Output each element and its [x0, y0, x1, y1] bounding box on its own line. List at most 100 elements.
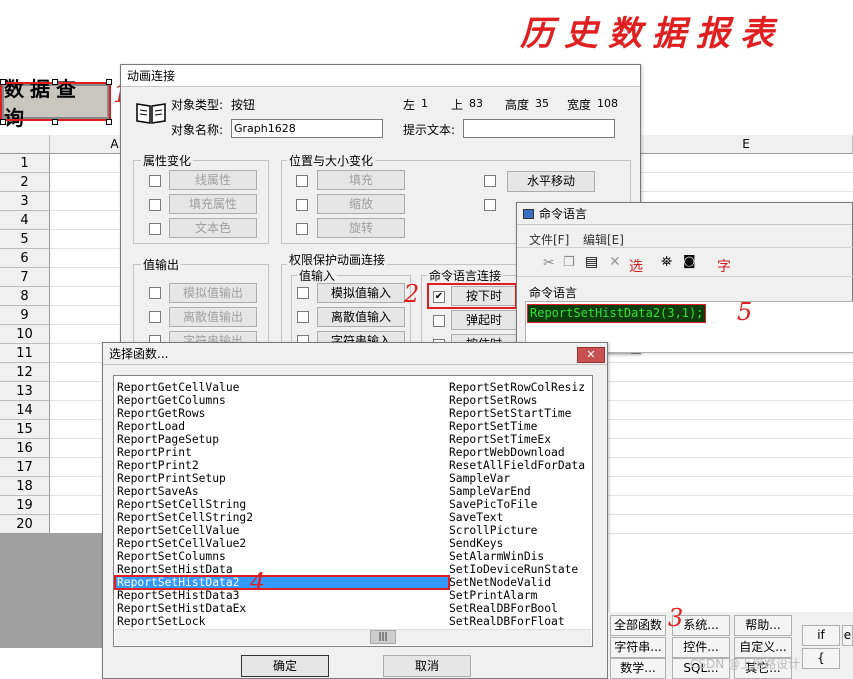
function-item[interactable]: ReportWebDownload: [449, 446, 591, 459]
cancel-button[interactable]: 取消: [383, 655, 471, 677]
on-release-button[interactable]: 弹起时: [451, 310, 517, 330]
row-header[interactable]: 17: [0, 458, 50, 477]
row-header[interactable]: 7: [0, 268, 50, 287]
rotate-button[interactable]: 旋转: [317, 218, 405, 238]
function-item[interactable]: ScrollPicture: [449, 524, 591, 537]
function-item[interactable]: ReportSaveAs: [117, 485, 449, 498]
function-item[interactable]: SendKeys: [449, 537, 591, 550]
function-item[interactable]: ReportGetColumns: [117, 394, 449, 407]
function-item[interactable]: ResetAllFieldForData: [449, 459, 591, 472]
function-item[interactable]: ReportSetHistDataEx: [117, 602, 449, 615]
delete-icon[interactable]: ✕: [609, 254, 621, 270]
scale-button[interactable]: 缩放: [317, 194, 405, 214]
vmove-checkbox[interactable]: [484, 199, 496, 211]
function-item[interactable]: ReportGetRows: [117, 407, 449, 420]
row-header[interactable]: 6: [0, 249, 50, 268]
function-item[interactable]: SetPrintAlarm: [449, 589, 591, 602]
code-line[interactable]: ReportSetHistData2(3,1);: [527, 304, 707, 323]
function-item[interactable]: ReportSetCellString2: [117, 511, 449, 524]
analog-input-button[interactable]: 模拟值输入: [317, 283, 405, 303]
resize-handle[interactable]: [106, 79, 112, 85]
help-button[interactable]: 帮助...: [734, 615, 792, 636]
function-item[interactable]: ReportSetLock: [117, 615, 449, 628]
function-item[interactable]: ReportPrint: [117, 446, 449, 459]
line-attr-button[interactable]: 线属性: [169, 170, 257, 190]
replace-icon[interactable]: ◙: [683, 254, 696, 269]
fill-checkbox[interactable]: [296, 175, 308, 187]
function-item[interactable]: ReportSetHistData2: [114, 575, 450, 590]
discrete-output-checkbox[interactable]: [149, 311, 161, 323]
text-color-button[interactable]: 文本色: [169, 218, 257, 238]
fill-attr-button[interactable]: 填充属性: [169, 194, 257, 214]
release-checkbox[interactable]: [433, 315, 445, 327]
function-item[interactable]: SetIoDeviceRunState: [449, 563, 591, 576]
row-header[interactable]: 12: [0, 363, 50, 382]
function-item[interactable]: SampleVarEnd: [449, 485, 591, 498]
text-color-checkbox[interactable]: [149, 223, 161, 235]
row-header[interactable]: 8: [0, 287, 50, 306]
resize-handle[interactable]: [52, 79, 58, 85]
function-item[interactable]: ReportLoad: [117, 420, 449, 433]
analog-output-checkbox[interactable]: [149, 287, 161, 299]
cut-icon[interactable]: ✂: [543, 255, 555, 271]
resize-handle[interactable]: [0, 79, 6, 85]
function-item[interactable]: ReportSetHistData: [117, 563, 449, 576]
function-item[interactable]: ReportPageSetup: [117, 433, 449, 446]
analog-output-button[interactable]: 模拟值输出: [169, 283, 257, 303]
function-item[interactable]: SavePicToFile: [449, 498, 591, 511]
resize-handle[interactable]: [106, 119, 112, 125]
analog-input-checkbox[interactable]: [297, 287, 309, 299]
hmove-checkbox[interactable]: [484, 175, 496, 187]
row-header[interactable]: 20: [0, 515, 50, 534]
paste-icon[interactable]: ▤: [585, 254, 598, 270]
row-header[interactable]: 10: [0, 325, 50, 344]
all-functions-button[interactable]: 全部函数: [610, 615, 666, 636]
row-header[interactable]: 16: [0, 439, 50, 458]
string-button[interactable]: 字符串...: [610, 637, 666, 658]
rotate-checkbox[interactable]: [296, 223, 308, 235]
row-header[interactable]: 2: [0, 173, 50, 192]
row-header[interactable]: 18: [0, 477, 50, 496]
select-all-icon[interactable]: 选: [629, 256, 643, 276]
if-button[interactable]: if: [802, 625, 840, 646]
line-attr-checkbox[interactable]: [149, 175, 161, 187]
horizontal-move-button[interactable]: 水平移动: [507, 171, 595, 192]
horizontal-scrollbar[interactable]: [115, 629, 591, 645]
function-item[interactable]: SampleVar: [449, 472, 591, 485]
discrete-input-checkbox[interactable]: [297, 311, 309, 323]
function-item[interactable]: ReportSetColumns: [117, 550, 449, 563]
math-button[interactable]: 数学...: [610, 658, 666, 679]
function-item[interactable]: ReportSetTime: [449, 420, 591, 433]
row-header[interactable]: 11: [0, 344, 50, 363]
resize-handle[interactable]: [52, 119, 58, 125]
row-header[interactable]: 9: [0, 306, 50, 325]
discrete-input-button[interactable]: 离散值输入: [317, 307, 405, 327]
fill-attr-checkbox[interactable]: [149, 199, 161, 211]
function-item[interactable]: ReportSetRows: [449, 394, 591, 407]
function-item[interactable]: SaveText: [449, 511, 591, 524]
function-item[interactable]: ReportSetStartTime: [449, 407, 591, 420]
scrollbar-thumb[interactable]: |||: [370, 630, 396, 644]
function-item[interactable]: ReportGetCellValue: [117, 381, 449, 394]
find-icon[interactable]: ⛯: [661, 254, 672, 270]
column-header-e[interactable]: E: [640, 135, 853, 154]
sheet-corner[interactable]: [0, 135, 50, 154]
function-item[interactable]: ReportPrintSetup: [117, 472, 449, 485]
close-icon[interactable]: ✕: [577, 347, 605, 363]
else-button[interactable]: e: [842, 625, 853, 646]
row-header[interactable]: 13: [0, 382, 50, 401]
function-item[interactable]: SetRealDBForBool: [449, 602, 591, 615]
brace-button[interactable]: {: [802, 648, 840, 669]
tip-text-field[interactable]: [463, 119, 615, 138]
function-item[interactable]: ReportSetHistData3: [117, 589, 449, 602]
object-name-field[interactable]: Graph1628: [231, 119, 383, 138]
row-header[interactable]: 5: [0, 230, 50, 249]
function-item[interactable]: ReportPrint2: [117, 459, 449, 472]
copy-icon[interactable]: ❐: [563, 255, 575, 270]
resize-handle[interactable]: [0, 119, 6, 125]
scale-checkbox[interactable]: [296, 199, 308, 211]
function-item[interactable]: ReportSetCellString: [117, 498, 449, 511]
row-header[interactable]: 4: [0, 211, 50, 230]
menu-file[interactable]: 文件[F]: [529, 231, 569, 248]
ok-button[interactable]: 确定: [241, 655, 329, 677]
